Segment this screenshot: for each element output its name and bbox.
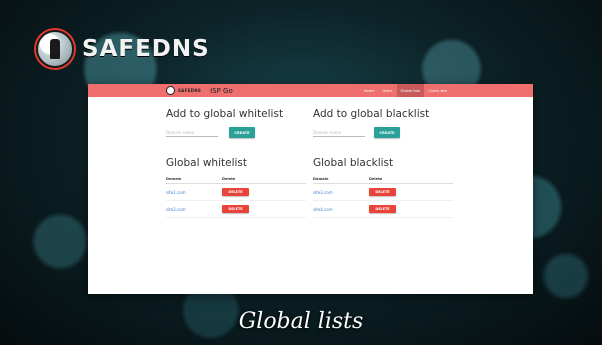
nav-link-check-site[interactable]: Check site bbox=[424, 84, 451, 97]
nav-link-home[interactable]: Home bbox=[360, 84, 379, 97]
column-domain: Domain bbox=[166, 177, 182, 181]
delete-button[interactable]: DELETE bbox=[222, 188, 249, 196]
whitelist-title: Global whitelist bbox=[166, 157, 247, 169]
delete-button[interactable]: DELETE bbox=[369, 188, 396, 196]
slide-caption: Global lists bbox=[238, 309, 364, 334]
blacklist-title: Global blacklist bbox=[313, 157, 394, 169]
navbar-logo-icon bbox=[166, 86, 175, 95]
brand-name: SAFEDNS bbox=[82, 36, 210, 62]
whitelist-create-button[interactable]: CREATE bbox=[229, 127, 255, 138]
delete-button[interactable]: DELETE bbox=[222, 205, 249, 213]
nav-links: Home Users Global lists Check site bbox=[360, 84, 451, 97]
nav-link-global-lists[interactable]: Global lists bbox=[396, 84, 425, 97]
navbar: SAFEDNS ISP Go Home Users Global lists C… bbox=[88, 84, 533, 97]
domain-link[interactable]: site3.com bbox=[313, 190, 369, 195]
domain-link[interactable]: site1.com bbox=[166, 190, 222, 195]
safedns-brand: SAFEDNS bbox=[36, 30, 210, 68]
safedns-logo-icon bbox=[36, 30, 74, 68]
table-row: site2.com DELETE bbox=[166, 201, 306, 218]
table-header: Domain Delete bbox=[166, 177, 306, 184]
column-delete: Delete bbox=[222, 177, 236, 181]
navbar-brand-text: SAFEDNS bbox=[178, 88, 202, 93]
whitelist-form-title: Add to global whitelist bbox=[166, 108, 284, 120]
domain-link[interactable]: site2.com bbox=[166, 207, 222, 212]
navbar-title: ISP Go bbox=[210, 86, 233, 95]
app-window: SAFEDNS ISP Go Home Users Global lists C… bbox=[88, 84, 533, 294]
table-row: site3.com DELETE bbox=[313, 184, 453, 201]
table-header: Domain Delete bbox=[313, 177, 453, 184]
navbar-brand[interactable]: SAFEDNS bbox=[166, 86, 201, 95]
whitelist-domain-input[interactable]: Domain name bbox=[166, 130, 218, 137]
table-row: site1.com DELETE bbox=[166, 184, 306, 201]
blacklist-create-button[interactable]: CREATE bbox=[374, 127, 400, 138]
column-delete: Delete bbox=[369, 177, 383, 181]
table-row: site4.com DELETE bbox=[313, 201, 453, 218]
nav-link-users[interactable]: Users bbox=[378, 84, 396, 97]
blacklist-form-title: Add to global blacklist bbox=[313, 108, 430, 120]
column-domain: Domain bbox=[313, 177, 329, 181]
whitelist-table: Domain Delete site1.com DELETE site2.com… bbox=[166, 177, 306, 218]
delete-button[interactable]: DELETE bbox=[369, 205, 396, 213]
blacklist-domain-input[interactable]: Domain name bbox=[313, 130, 365, 137]
blacklist-table: Domain Delete site3.com DELETE site4.com… bbox=[313, 177, 453, 218]
domain-link[interactable]: site4.com bbox=[313, 207, 369, 212]
